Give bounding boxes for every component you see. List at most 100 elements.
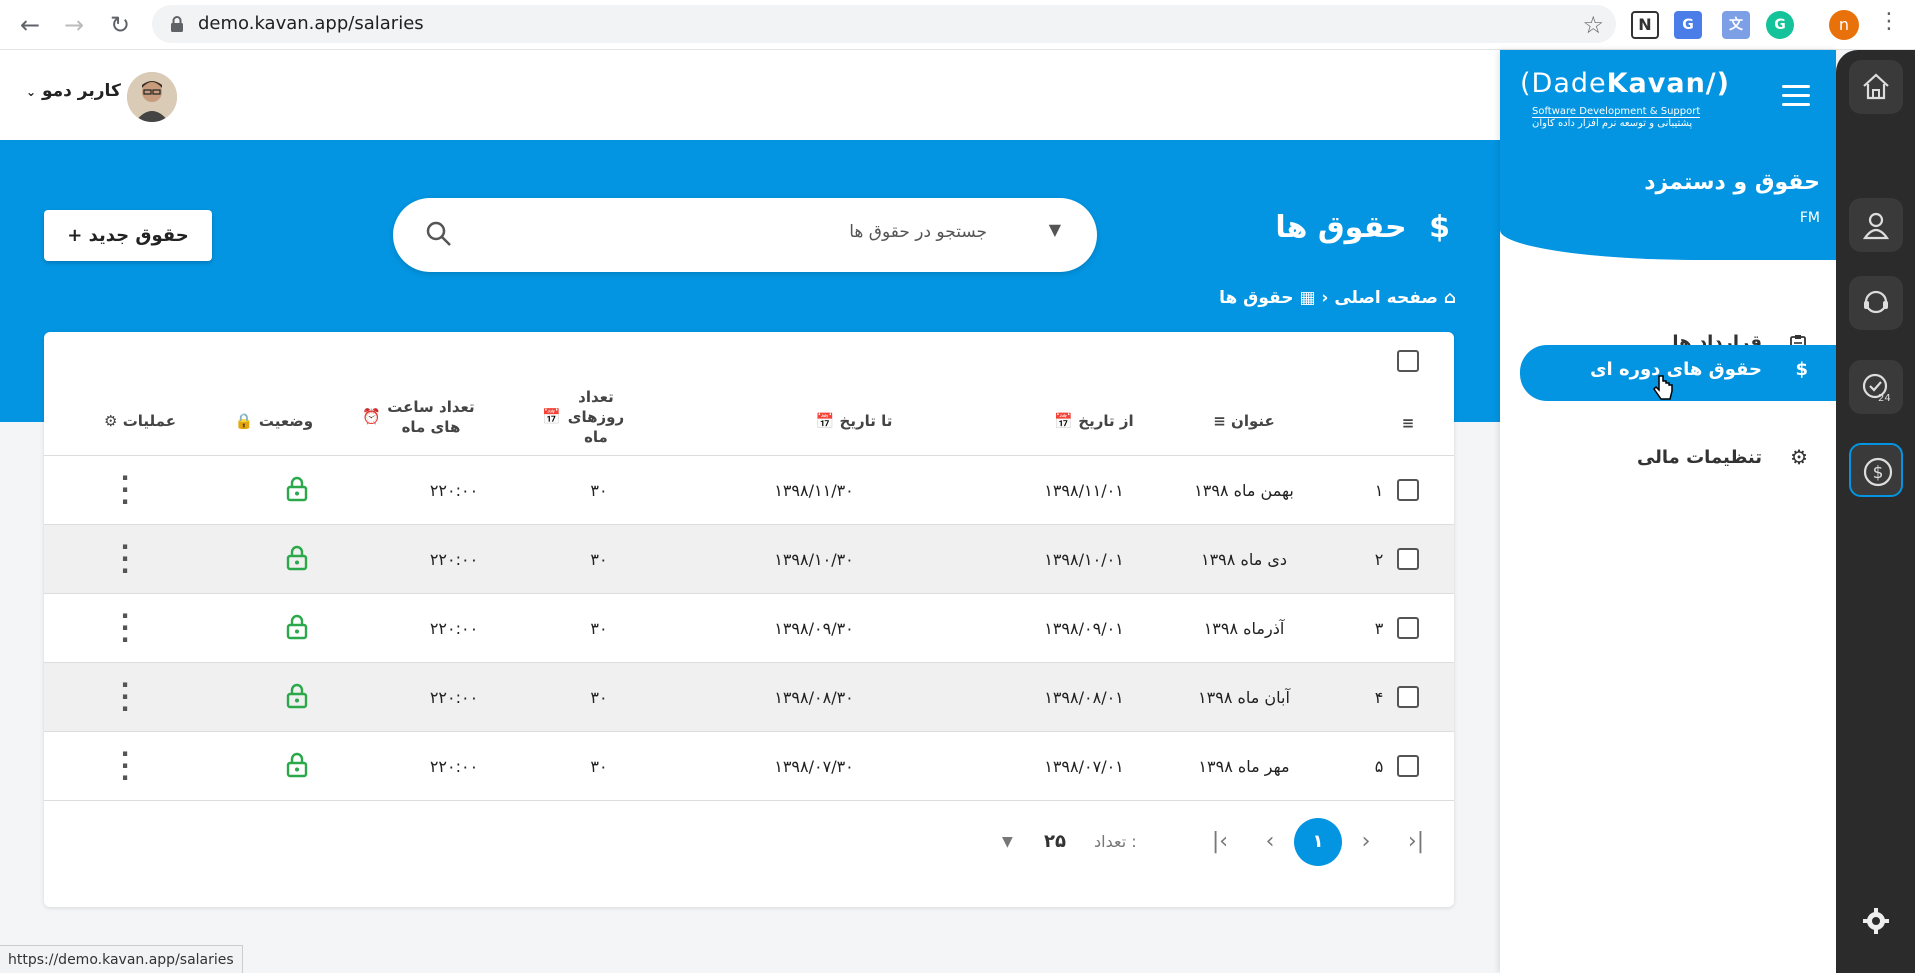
row-checkbox[interactable] [1397,479,1419,501]
row-to-date: ۱۳۹۸/۰۸/۳۰ [774,688,854,707]
row-checkbox[interactable] [1397,548,1419,570]
settings-gear-icon[interactable] [1849,894,1903,948]
pagination: ›| › ۱ ‹ |‹ تعداد : ۲۵ ▼ [44,812,1454,872]
select-all-checkbox[interactable] [1397,350,1419,372]
dollar-circle-icon[interactable]: $ [1849,443,1903,497]
lock-icon: 🔒 [234,412,254,430]
page-title-text: حقوق ها [1275,210,1407,245]
row-checkbox[interactable] [1397,686,1419,708]
google-translate-icon[interactable]: G [1674,11,1702,39]
row-number: ۵ [1374,757,1384,776]
module-title: حقوق و دستمزد [1644,170,1820,195]
row-checkbox[interactable] [1397,617,1419,639]
column-hours[interactable]: تعداد ساعت های ماه ⏰ [344,397,494,437]
more-vertical-icon[interactable]: · · · [120,742,130,790]
chevron-down-icon: ⌄ [26,85,37,99]
first-page-icon[interactable]: |‹ [1200,822,1240,862]
more-vertical-icon[interactable]: · · · [120,604,130,652]
grammarly-icon[interactable]: G [1766,11,1794,39]
user-menu[interactable]: ⌄ کاربر دمو [26,81,121,101]
sidebar-item-label: حقوق های دوره ای [1590,359,1762,380]
more-vertical-icon[interactable]: · · · [120,535,130,583]
more-vertical-icon[interactable]: · · · [120,466,130,514]
row-to-date: ۱۳۹۸/۰۹/۳۰ [774,619,854,638]
sidenav-header: (DadeKavan/) Software Development & Supp… [1500,50,1836,260]
search-input[interactable]: جستجو در حقوق ها [849,222,987,242]
table-row[interactable]: ۴ آبان ماه ۱۳۹۸ ۱۳۹۸/۰۸/۰۱ ۱۳۹۸/۰۸/۳۰ ۳۰… [44,663,1454,732]
new-salary-button[interactable]: + حقوق جدید [44,210,212,261]
calendar-icon: 📅 [815,412,835,430]
profile-avatar[interactable]: n [1829,10,1859,40]
browser-toolbar: ← → ↻ demo.kavan.app/salaries ☆ N G 文 G … [0,0,1915,50]
row-title: آبان ماه ۱۳۹۸ [1198,688,1290,707]
row-number-list-icon: ≡ [1401,414,1415,432]
table-row[interactable]: ۲ دی ماه ۱۳۹۸ ۱۳۹۸/۱۰/۰۱ ۱۳۹۸/۱۰/۳۰ ۳۰ ۲… [44,525,1454,594]
table-row[interactable]: ۳ آذرماه ۱۳۹۸ ۱۳۹۸/۰۹/۰۱ ۱۳۹۸/۰۹/۳۰ ۳۰ ۲… [44,594,1454,663]
current-page-button[interactable]: ۱ [1294,818,1342,866]
url-text: demo.kavan.app/salaries [198,13,424,34]
lock-icon [286,614,308,640]
caret-down-icon[interactable]: ▼ [1049,220,1061,239]
hamburger-menu-icon[interactable] [1782,85,1810,107]
translate-extension-icon[interactable]: 文 [1722,11,1750,39]
forward-icon[interactable]: → [58,9,90,41]
lock-icon [286,683,308,709]
bookmark-star-icon[interactable]: ☆ [1582,11,1604,39]
home-icon[interactable] [1849,60,1903,114]
last-page-icon[interactable]: ›| [1396,822,1436,862]
sidebar-item-financial-settings[interactable]: ⚙ تنظیمات مالی [1520,433,1836,487]
column-status[interactable]: وضعیت 🔒 [224,412,324,430]
calendar-icon: 📅 [542,407,561,426]
salaries-table: ≡ عنوان ≡ از تاریخ 📅 تا تاریخ 📅 تعداد رو… [44,332,1454,907]
prev-page-icon[interactable]: ‹ [1250,822,1290,862]
column-to-date[interactable]: تا تاریخ 📅 [774,412,934,430]
table-row[interactable]: ۵ مهر ماه ۱۳۹۸ ۱۳۹۸/۰۷/۰۱ ۱۳۹۸/۰۷/۳۰ ۳۰ … [44,732,1454,801]
app-header [0,50,1500,140]
page-size-caret-icon[interactable]: ▼ [1002,812,1013,872]
dollar-icon: $ [1429,210,1450,245]
reload-icon[interactable]: ↻ [104,9,136,41]
breadcrumb-home[interactable]: صفحه اصلی [1334,288,1438,308]
dollar-icon: $ [1795,359,1808,380]
search-box[interactable]: جستجو در حقوق ها ▼ [393,198,1097,272]
browser-menu-icon[interactable]: ⋮ [1878,9,1900,34]
status-bar-url: https://demo.kavan.app/salaries [0,945,243,973]
back-icon[interactable]: ← [14,9,46,41]
row-to-date: ۱۳۹۸/۱۰/۳۰ [774,550,854,569]
extension-n-icon[interactable]: N [1631,11,1659,39]
row-days: ۳۰ [590,757,608,776]
gear-icon: ⚙ [1790,445,1808,469]
table-row[interactable]: ۱ بهمن ماه ۱۳۹۸ ۱۳۹۸/۱۱/۰۱ ۱۳۹۸/۱۱/۳۰ ۳۰… [44,456,1454,525]
lock-icon [286,476,308,502]
row-from-date: ۱۳۹۸/۱۱/۰۱ [1044,481,1124,500]
row-title: بهمن ماه ۱۳۹۸ [1194,481,1294,500]
breadcrumb: ⌂ صفحه اصلی ‹ ▦ حقوق ها [1180,288,1456,308]
more-vertical-icon[interactable]: · · · [120,673,130,721]
breadcrumb-separator-icon: ‹ [1321,288,1329,308]
row-from-date: ۱۳۹۸/۱۰/۰۱ [1044,550,1124,569]
row-to-date: ۱۳۹۸/۰۷/۳۰ [774,757,854,776]
column-days[interactable]: تعداد روزهای ماه 📅 [514,387,654,447]
page-size-label: تعداد : [1094,832,1137,851]
row-title: آذرماه ۱۳۹۸ [1203,619,1285,638]
home-icon[interactable]: ⌂ [1444,288,1456,308]
next-page-icon[interactable]: › [1346,822,1386,862]
sort-lines-icon: ≡ [1213,412,1226,430]
support-headset-icon[interactable] [1849,276,1903,330]
page-size-value[interactable]: ۲۵ [1044,812,1066,872]
address-bar[interactable]: demo.kavan.app/salaries ☆ [152,5,1616,43]
row-checkbox[interactable] [1397,755,1419,777]
user-icon[interactable] [1849,198,1903,252]
row-hours: ۲۲۰:۰۰ [429,757,479,776]
sidebar-item-periodic-salaries[interactable]: $ حقوق های دوره ای [1520,345,1836,401]
user-avatar[interactable] [127,72,177,122]
column-from-date[interactable]: از تاریخ 📅 [1014,412,1174,430]
row-days: ۳۰ [590,550,608,569]
module-code: FM [1799,210,1820,226]
column-title[interactable]: عنوان ≡ [1184,412,1304,430]
24-hour-clock-icon[interactable]: 24 [1849,360,1903,414]
breadcrumb-current: حقوق ها [1219,288,1294,308]
side-navigation: (DadeKavan/) Software Development & Supp… [1500,50,1836,973]
search-icon[interactable] [425,220,453,248]
calendar-icon: 📅 [1054,412,1074,430]
